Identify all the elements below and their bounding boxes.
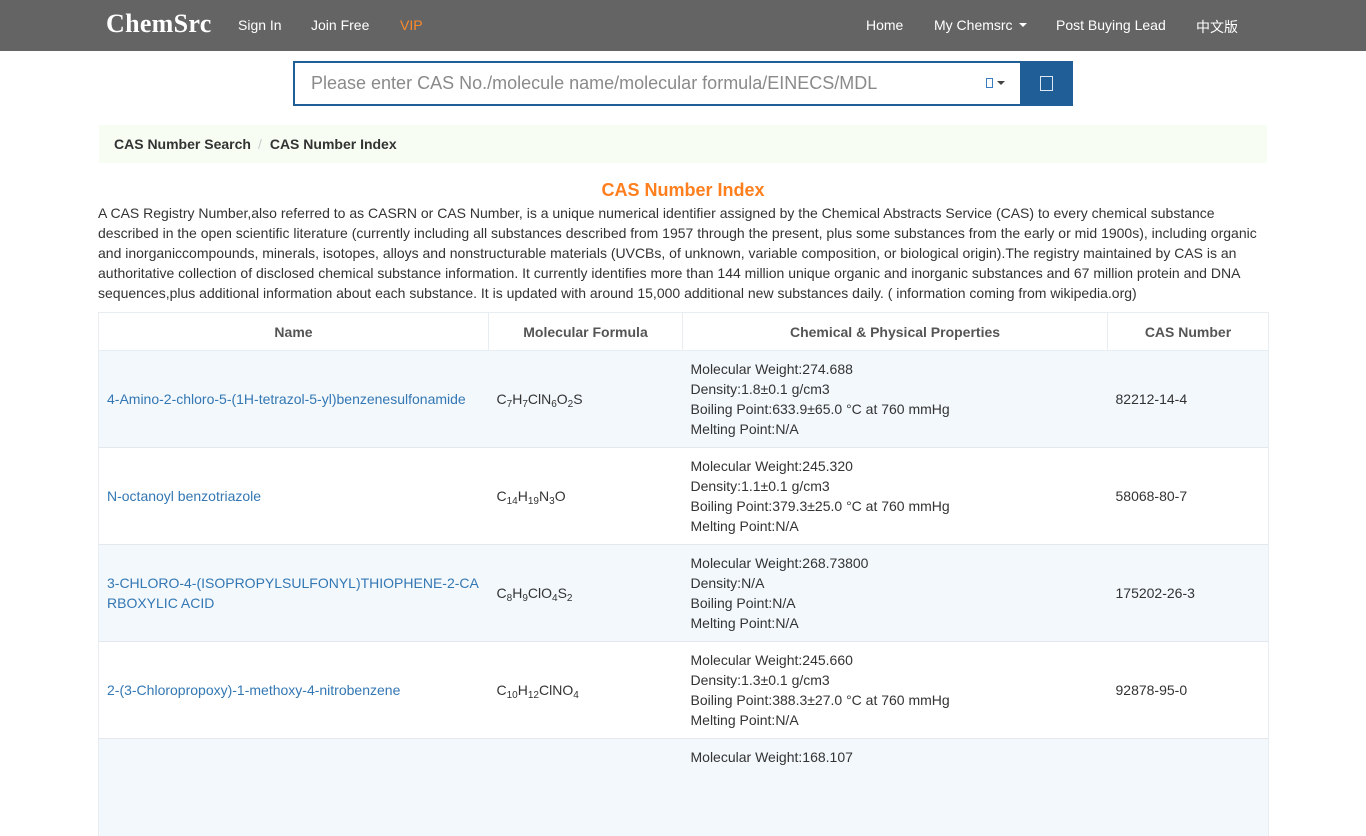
- compound-name-link[interactable]: 4-Amino-2-chloro-5-(1H-tetrazol-5-yl)ben…: [107, 391, 466, 407]
- top-navbar: ChemSrc Sign In Join Free VIP Home My Ch…: [0, 0, 1366, 51]
- post-buying-lead-link[interactable]: Post Buying Lead: [1056, 17, 1166, 33]
- search-type-dropdown[interactable]: [977, 73, 1013, 93]
- chevron-down-icon: [996, 81, 1005, 85]
- cas-number: 82212-14-4: [1107, 350, 1269, 448]
- home-link[interactable]: Home: [866, 17, 903, 33]
- breadcrumb-cas-number-search[interactable]: CAS Number Search: [114, 136, 251, 152]
- cas-number: 58068-80-7: [1107, 447, 1269, 545]
- melting-point: Melting Point:N/A: [690, 615, 799, 631]
- density: Density:1.3±0.1 g/cm3: [690, 672, 830, 688]
- boiling-point: Boiling Point:N/A: [690, 595, 796, 611]
- molecular-formula: C10H12ClNO4: [488, 641, 683, 739]
- sign-in-link[interactable]: Sign In: [238, 17, 282, 33]
- chevron-down-icon: [1018, 23, 1027, 28]
- compound-name-link[interactable]: 2-(3-Chloropropoxy)-1-methoxy-4-nitroben…: [107, 682, 400, 698]
- molecular-formula: C8H9ClO4S2: [488, 544, 683, 642]
- column-header-name: Name: [98, 312, 489, 351]
- table-row: 4-Amino-2-chloro-5-(1H-tetrazol-5-yl)ben…: [98, 350, 1269, 448]
- melting-point: Melting Point:N/A: [690, 518, 799, 534]
- column-header-cas-number: CAS Number: [1107, 312, 1269, 351]
- melting-point: Melting Point:N/A: [690, 421, 799, 437]
- brand-logo[interactable]: ChemSrc: [106, 9, 212, 39]
- density: Density:1.1±0.1 g/cm3: [690, 478, 830, 494]
- molecular-weight: Molecular Weight:245.660: [690, 652, 853, 668]
- page-description: A CAS Registry Number,also referred to a…: [98, 205, 1257, 301]
- join-free-link[interactable]: Join Free: [311, 17, 369, 33]
- search-input[interactable]: [293, 61, 1020, 106]
- density: Density:N/A: [690, 575, 765, 591]
- table-row: 3-CHLORO-4-(ISOPROPYLSULFONYL)THIOPHENE-…: [98, 544, 1269, 642]
- column-header-formula: Molecular Formula: [488, 312, 683, 351]
- properties-cell: Molecular Weight:268.73800 Density:N/A B…: [682, 544, 1108, 642]
- table-row: N-octanoyl benzotriazole C14H19N3O Molec…: [98, 447, 1269, 545]
- properties-cell: Molecular Weight:245.320 Density:1.1±0.1…: [682, 447, 1108, 545]
- molecular-formula: C7H7ClN6O2S: [488, 350, 683, 448]
- cas-number: [1107, 738, 1269, 836]
- table-row: Molecular Weight:168.107: [98, 738, 1269, 836]
- table-row: 2-(3-Chloropropoxy)-1-methoxy-4-nitroben…: [98, 641, 1269, 739]
- properties-cell: Molecular Weight:274.688 Density:1.8±0.1…: [682, 350, 1108, 448]
- my-chemsrc-label: My Chemsrc: [934, 17, 1013, 33]
- molecular-formula: [488, 738, 683, 836]
- molecular-formula: C14H19N3O: [488, 447, 683, 545]
- cas-index-table: Name Molecular Formula Chemical & Physic…: [98, 312, 1269, 836]
- cas-number: 92878-95-0: [1107, 641, 1269, 739]
- chinese-version-link[interactable]: 中文版: [1196, 17, 1238, 37]
- breadcrumb-cas-number-index: CAS Number Index: [269, 136, 397, 152]
- search-button[interactable]: [1020, 61, 1073, 106]
- molecular-weight: Molecular Weight:268.73800: [690, 555, 869, 571]
- molecular-weight: Molecular Weight:245.320: [690, 458, 853, 474]
- boiling-point: Boiling Point:388.3±27.0 °C at 760 mmHg: [690, 692, 950, 708]
- properties-cell: Molecular Weight:168.107: [682, 738, 1108, 836]
- column-header-properties: Chemical & Physical Properties: [682, 312, 1108, 351]
- boiling-point: Boiling Point:633.9±65.0 °C at 760 mmHg: [690, 401, 950, 417]
- my-chemsrc-menu[interactable]: My Chemsrc: [934, 17, 1027, 33]
- search-icon: [1040, 76, 1053, 91]
- molecular-weight: Molecular Weight:168.107: [690, 749, 853, 765]
- compound-name-link[interactable]: 3-CHLORO-4-(ISOPROPYLSULFONYL)THIOPHENE-…: [107, 575, 479, 611]
- search-bar: [293, 61, 1073, 106]
- cas-number: 175202-26-3: [1107, 544, 1269, 642]
- search-type-icon: [985, 78, 993, 88]
- page-title: CAS Number Index: [601, 180, 765, 200]
- melting-point: Melting Point:N/A: [690, 712, 799, 728]
- compound-name-link[interactable]: N-octanoyl benzotriazole: [107, 488, 261, 504]
- vip-link[interactable]: VIP: [400, 17, 423, 33]
- table-header-row: Name Molecular Formula Chemical & Physic…: [98, 312, 1269, 351]
- breadcrumb: CAS Number Search / CAS Number Index: [99, 125, 1267, 163]
- molecular-weight: Molecular Weight:274.688: [690, 361, 853, 377]
- breadcrumb-separator: /: [257, 136, 262, 152]
- boiling-point: Boiling Point:379.3±25.0 °C at 760 mmHg: [690, 498, 950, 514]
- density: Density:1.8±0.1 g/cm3: [690, 381, 830, 397]
- properties-cell: Molecular Weight:245.660 Density:1.3±0.1…: [682, 641, 1108, 739]
